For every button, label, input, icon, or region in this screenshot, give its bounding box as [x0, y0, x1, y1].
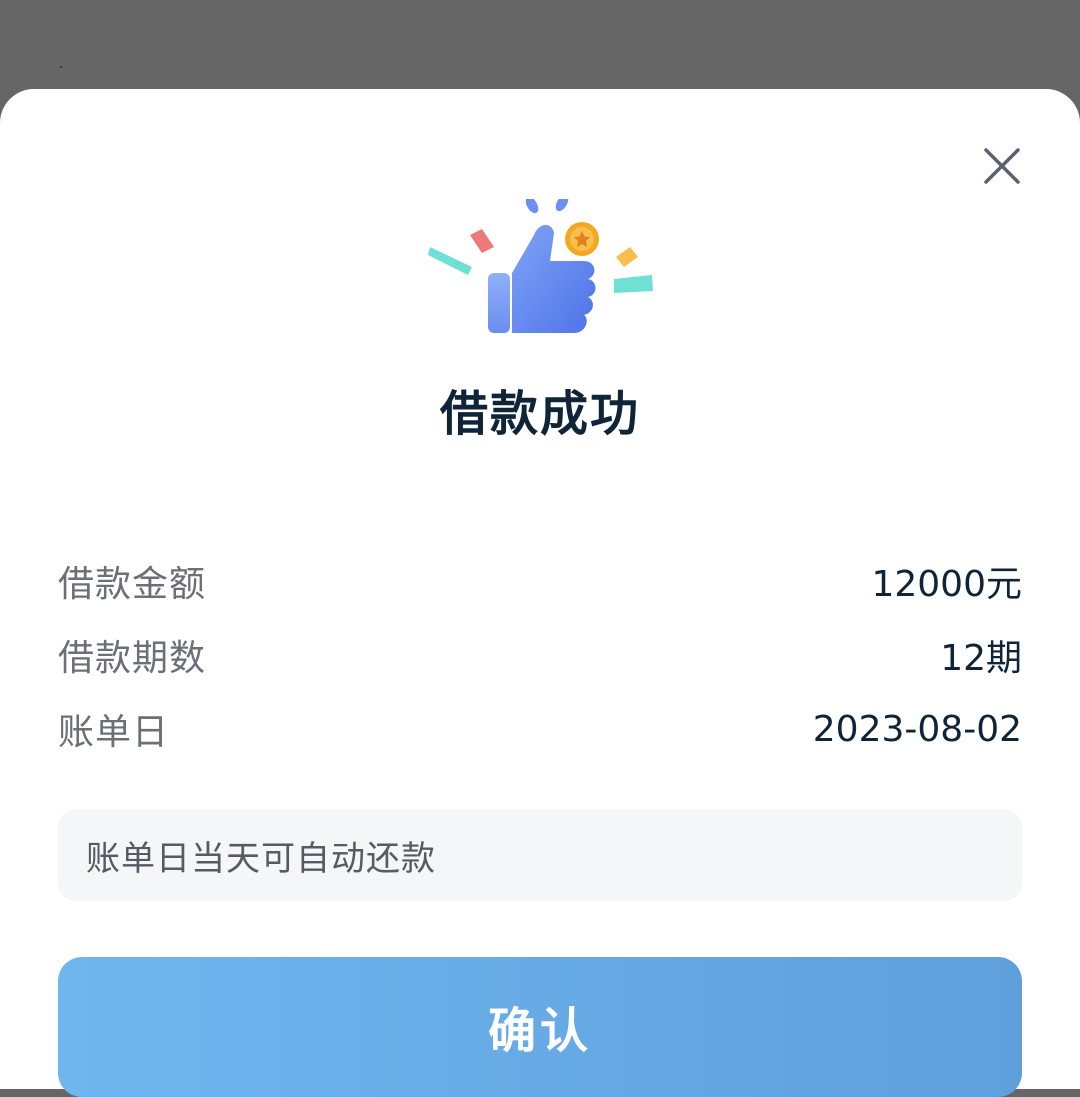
close-icon — [984, 148, 1020, 184]
auto-repay-notice-text: 账单日当天可自动还款 — [86, 838, 436, 879]
loan-amount-label: 借款金额 — [58, 564, 207, 605]
loan-amount-row: 借款金额 12000元 — [58, 544, 1022, 618]
thumbs-up-illustration — [420, 199, 660, 339]
loan-success-dialog: 借款成功 借款金额 12000元 借款期数 12期 账单日 2023-08-02… — [0, 89, 1080, 1097]
thumbs-up-icon — [428, 199, 653, 333]
billing-date-label: 账单日 — [58, 712, 170, 753]
billing-date-row: 账单日 2023-08-02 — [58, 692, 1022, 766]
confirm-button[interactable]: 确认 — [58, 957, 1022, 1097]
loan-details: 借款金额 12000元 借款期数 12期 账单日 2023-08-02 — [58, 544, 1022, 766]
loan-term-label: 借款期数 — [58, 638, 207, 679]
auto-repay-notice: 账单日当天可自动还款 — [58, 809, 1022, 901]
loan-term-row: 借款期数 12期 — [58, 618, 1022, 692]
billing-date-value: 2023-08-02 — [812, 708, 1022, 750]
overlay-speck — [60, 66, 62, 68]
loan-term-value: 12期 — [940, 638, 1022, 679]
close-button[interactable] — [980, 144, 1024, 188]
confirm-button-label: 确认 — [487, 1003, 592, 1059]
page-title: 借款成功 — [439, 386, 640, 442]
loan-amount-value: 12000元 — [871, 564, 1022, 605]
